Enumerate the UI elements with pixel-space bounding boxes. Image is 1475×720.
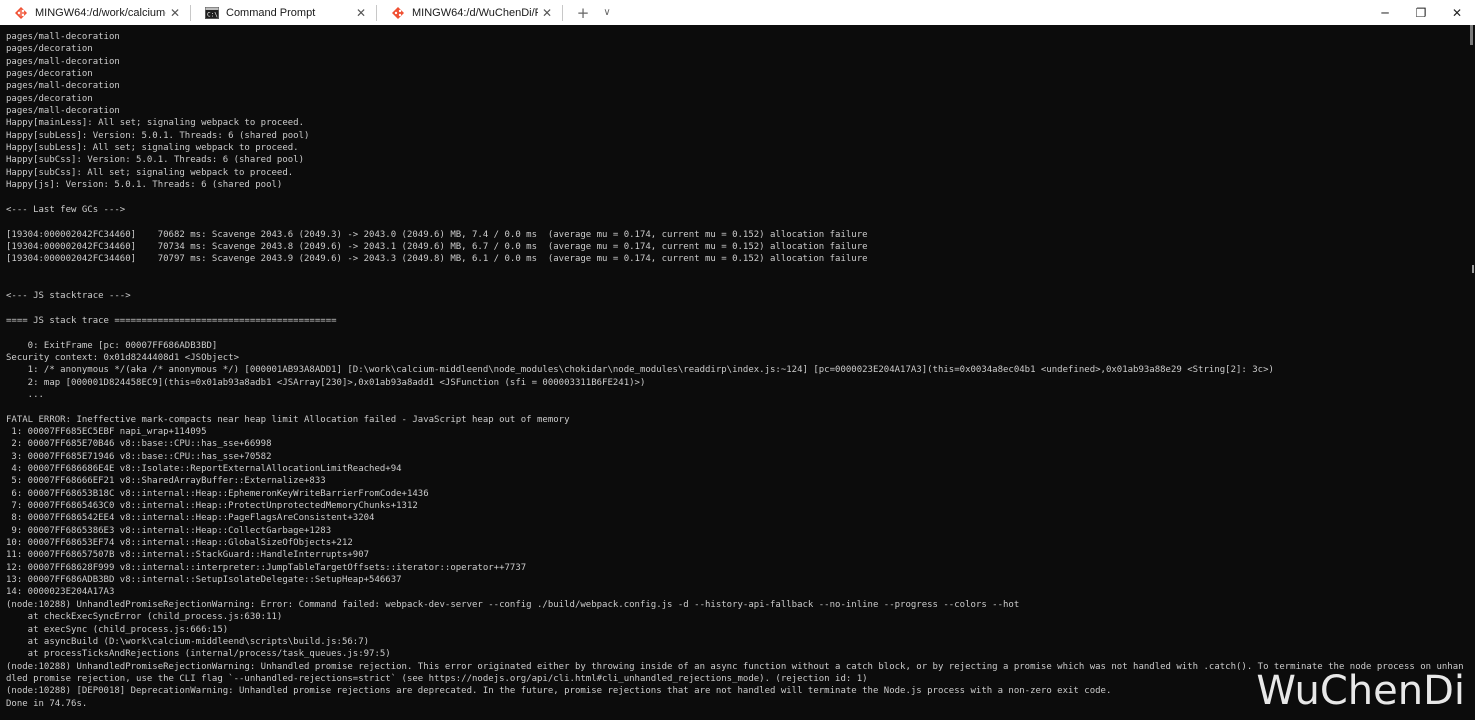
- terminal-line: 10: 00007FF68653EF74 v8::internal::Heap:…: [6, 538, 353, 549]
- tab-git-bash-wuchendi[interactable]: MINGW64:/d/WuChenDi/Front- ✕: [377, 0, 562, 25]
- git-bash-icon: [391, 6, 405, 20]
- terminal-line: 12: 00007FF68628F999 v8::internal::inter…: [6, 562, 527, 573]
- terminal-line: at checkExecSyncError (child_process.js:…: [6, 612, 283, 623]
- terminal-line: Happy[subCss]: All set; signaling webpac…: [6, 167, 294, 178]
- terminal-line: pages/decoration: [6, 93, 93, 104]
- terminal-line: pages/decoration: [6, 44, 93, 55]
- tab-dropdown-button[interactable]: ∨: [595, 0, 619, 25]
- tab-title: Command Prompt: [226, 6, 316, 19]
- svg-text:C:\: C:\: [207, 11, 218, 18]
- window-controls: ─ ❐ ✕: [1367, 0, 1475, 25]
- tab-divider: [562, 4, 563, 21]
- scrollbar-marker: [1472, 265, 1474, 273]
- watermark-text: WuChenDi: [1256, 668, 1465, 714]
- terminal-line: 4: 00007FF686686E4E v8::Isolate::ReportE…: [6, 464, 402, 475]
- terminal-line: at asyncBuild (D:\work\calcium-middleend…: [6, 636, 370, 647]
- terminal-line: pages/decoration: [6, 69, 93, 80]
- terminal-line: ...: [6, 389, 44, 400]
- close-window-button[interactable]: ✕: [1439, 0, 1475, 25]
- terminal-line: 2: 00007FF685E70B46 v8::base::CPU::has_s…: [6, 439, 272, 450]
- terminal-line: 0: ExitFrame [pc: 00007FF686ADB3BD]: [6, 340, 218, 351]
- terminal-line: at execSync (child_process.js:666:15): [6, 624, 229, 635]
- terminal-line: pages/mall-decoration: [6, 32, 120, 42]
- terminal-line: ==== JS stack trace ====================…: [6, 315, 337, 326]
- terminal-line: Happy[js]: Version: 5.0.1. Threads: 6 (s…: [6, 180, 283, 191]
- close-tab-icon[interactable]: ✕: [538, 4, 556, 22]
- terminal-line: 1: 00007FF685EC5EBF napi_wrap+114095: [6, 427, 207, 437]
- close-tab-icon[interactable]: ✕: [352, 4, 370, 22]
- terminal-output[interactable]: pages/mall-decoration pages/decoration pag…: [0, 25, 1467, 720]
- terminal-line: 6: 00007FF68653B18C v8::internal::Heap::…: [6, 488, 429, 499]
- terminal-line: Happy[mainLess]: All set; signaling webp…: [6, 118, 305, 129]
- scrollbar-thumb[interactable]: [1470, 25, 1473, 45]
- tab-title: MINGW64:/d/work/calcium-mic: [35, 6, 166, 19]
- scrollbar[interactable]: [1467, 25, 1475, 720]
- terminal-line: <--- JS stacktrace --->: [6, 291, 131, 302]
- terminal-line: 11: 00007FF68657507B v8::internal::Stack…: [6, 550, 370, 561]
- tab-command-prompt[interactable]: C:\ Command Prompt ✕: [191, 0, 376, 25]
- terminal-line: 9: 00007FF6865386E3 v8::internal::Heap::…: [6, 525, 332, 536]
- terminal-line: 13: 00007FF686ADB3BD v8::internal::Setup…: [6, 575, 402, 586]
- terminal-line: 1: /* anonymous */(aka /* anonymous */) …: [6, 365, 1274, 376]
- terminal-line: Security context: 0x01d8244408d1 <JSObje…: [6, 352, 239, 363]
- terminal-window: MINGW64:/d/work/calcium-mic ✕ C:\ Comman…: [0, 0, 1475, 720]
- terminal-line: 5: 00007FF68666EF21 v8::SharedArrayBuffe…: [6, 476, 326, 487]
- terminal-line: Happy[subLess]: All set; signaling webpa…: [6, 143, 299, 154]
- minimize-button[interactable]: ─: [1367, 0, 1403, 25]
- terminal-line: Done in 74.76s.: [6, 698, 88, 709]
- tab-title: MINGW64:/d/WuChenDi/Front-: [412, 6, 538, 19]
- tab-bar: MINGW64:/d/work/calcium-mic ✕ C:\ Comman…: [0, 0, 1475, 25]
- terminal-line: pages/mall-decoration: [6, 56, 120, 67]
- terminal-line: at processTicksAndRejections (internal/p…: [6, 649, 391, 660]
- new-tab-button[interactable]: +: [571, 0, 595, 25]
- terminal-line: pages/mall-decoration: [6, 106, 120, 117]
- terminal-line: (node:10288) UnhandledPromiseRejectionWa…: [6, 599, 1020, 610]
- terminal-line: Happy[subCss]: Version: 5.0.1. Threads: …: [6, 155, 305, 166]
- tab-git-bash-calcium[interactable]: MINGW64:/d/work/calcium-mic ✕: [0, 0, 190, 25]
- terminal-line: FATAL ERROR: Ineffective mark-compacts n…: [6, 414, 570, 425]
- terminal-line: Happy[subLess]: Version: 5.0.1. Threads:…: [6, 130, 310, 141]
- terminal-line: 2: map [000001D824458EC9](this=0x01ab93a…: [6, 377, 646, 388]
- terminal-line: [19304:000002042FC34460] 70734 ms: Scave…: [6, 241, 868, 252]
- terminal-line: 14: 0000023E204A17A3: [6, 587, 115, 598]
- maximize-button[interactable]: ❐: [1403, 0, 1439, 25]
- terminal-line: dled promise rejection, use the CLI flag…: [6, 673, 868, 684]
- git-bash-icon: [14, 6, 28, 20]
- terminal-line: (node:10288) UnhandledPromiseRejectionWa…: [6, 661, 1464, 672]
- command-prompt-icon: C:\: [205, 6, 219, 20]
- terminal-line: [19304:000002042FC34460] 70682 ms: Scave…: [6, 229, 868, 240]
- terminal-line: (node:10288) [DEP0018] DeprecationWarnin…: [6, 686, 1112, 697]
- terminal-line: pages/mall-decoration: [6, 81, 120, 92]
- terminal-line: 3: 00007FF685E71946 v8::base::CPU::has_s…: [6, 451, 272, 462]
- terminal-line: 8: 00007FF686542EE4 v8::internal::Heap::…: [6, 513, 375, 524]
- terminal-line: [19304:000002042FC34460] 70797 ms: Scave…: [6, 254, 868, 265]
- terminal-line: 7: 00007FF6865463C0 v8::internal::Heap::…: [6, 501, 418, 512]
- terminal-line: <--- Last few GCs --->: [6, 204, 126, 215]
- close-tab-icon[interactable]: ✕: [166, 4, 184, 22]
